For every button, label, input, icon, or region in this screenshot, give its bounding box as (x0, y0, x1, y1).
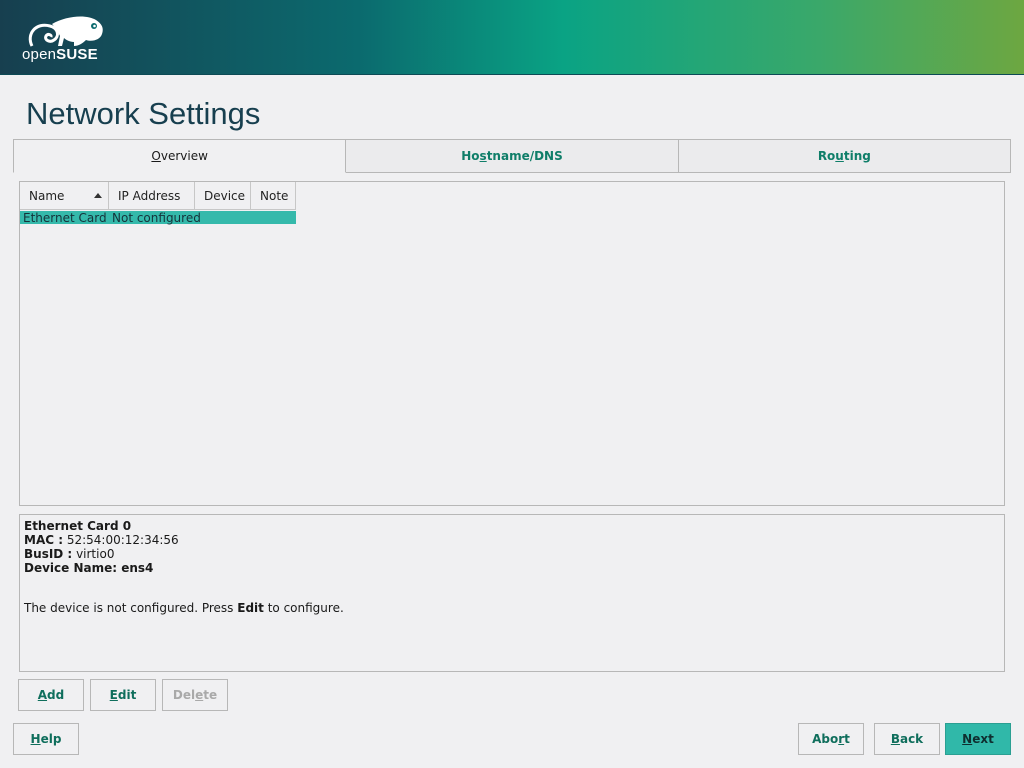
message-key: Edit (237, 601, 264, 615)
delete-key: e (195, 688, 204, 702)
edit-button[interactable]: Edit (90, 679, 156, 711)
column-header-ip-address[interactable]: IP Address (109, 182, 195, 210)
page-title: Network Settings (26, 96, 261, 131)
cell-ip-address: Not configured (112, 210, 201, 225)
network-devices-table[interactable]: Name IP Address Device Note Ethernet Car… (19, 181, 1005, 506)
tab-overview-post: verview (160, 149, 208, 163)
header-banner: openSUSE (0, 0, 1024, 75)
column-note-label: Note (260, 188, 289, 203)
mac-label: MAC : (24, 533, 64, 547)
busid-label: BusID : (24, 547, 73, 561)
add-rest: dd (47, 688, 65, 702)
opensuse-wordmark: openSUSE (22, 46, 98, 63)
tab-overview[interactable]: Overview (13, 139, 347, 173)
column-device-label: Device (204, 188, 246, 203)
edit-rest: dit (117, 688, 137, 702)
next-button[interactable]: Next (945, 723, 1011, 755)
next-rest: ext (972, 732, 994, 746)
back-rest: ack (899, 732, 924, 746)
tab-hostname-key: s (479, 149, 487, 163)
sort-ascending-icon (94, 193, 102, 198)
next-key: N (962, 732, 973, 746)
tab-overview-key: O (151, 149, 161, 163)
tab-bar: Overview Ho s tname/DNS Ro u ting (13, 139, 1011, 173)
delete-post: te (203, 688, 218, 702)
tab-hostname-dns[interactable]: Ho s tname/DNS (346, 139, 679, 173)
column-ip-label: IP Address (118, 188, 181, 203)
column-header-note[interactable]: Note (251, 182, 296, 210)
edit-key: E (109, 688, 118, 702)
table-row[interactable]: Ethernet Card 0 Not configured (20, 210, 296, 225)
mac-value: 52:54:00:12:34:56 (66, 533, 179, 547)
tab-routing-key: u (835, 149, 844, 163)
details-title: Ethernet Card 0 (24, 519, 132, 533)
details-busid: BusID : virtio0 (24, 547, 1000, 561)
cell-name: Ethernet Card 0 (23, 210, 109, 225)
details-mac: MAC : 52:54:00:12:34:56 (24, 533, 1000, 547)
abort-post: t (844, 732, 850, 746)
add-button[interactable]: Add (18, 679, 84, 711)
abort-pre: Abo (812, 732, 839, 746)
abort-button[interactable]: Abo r t (798, 723, 864, 755)
busid-value: virtio0 (76, 547, 115, 561)
logo-prefix: open (22, 46, 57, 63)
help-button[interactable]: Help (13, 723, 79, 755)
message-pre: The device is not configured. Press (24, 601, 238, 615)
back-key: B (890, 732, 900, 746)
table-header: Name IP Address Device Note (20, 182, 296, 210)
details-message: The device is not configured. Press Edit… (24, 601, 1000, 615)
logo-brand: SUSE (56, 46, 98, 63)
tab-routing-post: ting (843, 149, 871, 163)
column-name-label: Name (29, 188, 65, 203)
tab-routing-pre: Ro (817, 149, 836, 163)
delete-pre: Del (172, 688, 196, 702)
help-rest: elp (40, 732, 62, 746)
tab-hostname-pre: Ho (461, 149, 480, 163)
help-key: H (30, 732, 41, 746)
delete-button[interactable]: Del e te (162, 679, 228, 711)
back-button[interactable]: Back (874, 723, 940, 755)
column-header-name[interactable]: Name (20, 182, 109, 210)
add-key: A (37, 688, 48, 702)
message-post: to configure. (263, 601, 344, 615)
tab-hostname-post: tname/DNS (486, 149, 563, 163)
device-details-panel: Ethernet Card 0 MAC : 52:54:00:12:34:56 … (19, 514, 1005, 672)
details-device-name: Device Name: ens4 (24, 561, 154, 575)
column-header-device[interactable]: Device (195, 182, 251, 210)
tab-routing[interactable]: Ro u ting (678, 139, 1011, 173)
